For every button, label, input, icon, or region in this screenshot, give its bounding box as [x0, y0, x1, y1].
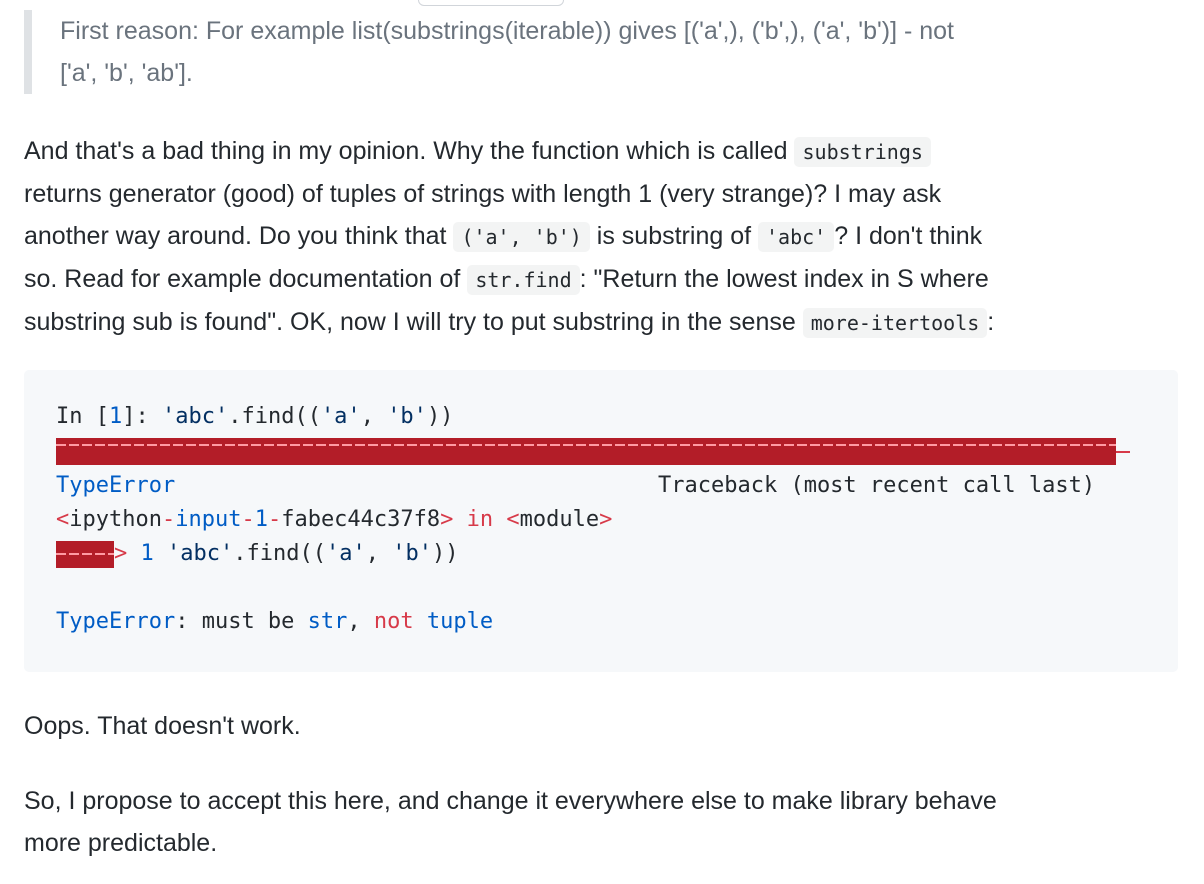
code-abc: 'abc': [758, 222, 835, 252]
top-tab-edge: [418, 0, 564, 6]
quote-line-1: First reason: For example list(substring…: [60, 17, 954, 45]
code-str-find: str.find: [467, 265, 580, 295]
code-tuple-ab: ('a', 'b'): [453, 222, 590, 252]
para1-line-1: And that's a bad thing in my opinion. Wh…: [24, 130, 1184, 173]
paragraph-substrings: And that's a bad thing in my opinion. Wh…: [24, 130, 1184, 344]
para2-line: Oops. That doesn't work.: [24, 712, 301, 740]
para3-line-2: more predictable.: [24, 829, 218, 857]
error-separator-tail: [1116, 451, 1130, 453]
code-substrings: substrings: [794, 137, 931, 167]
paragraph-proposal: So, I propose to accept this here, and c…: [24, 780, 1184, 864]
para1-line-2: returns generator (good) of tuples of st…: [24, 180, 942, 208]
para1-line-4: so. Read for example documentation of st…: [24, 265, 989, 295]
paragraph-oops: Oops. That doesn't work.: [24, 705, 1184, 747]
blockquote: First reason: For example list(substring…: [24, 10, 1154, 94]
code-line-module: <ipython-input-1-fabec44c37f8> in <modul…: [56, 507, 613, 532]
code-line-traceback-header: TypeError: [56, 473, 176, 498]
error-arrow-bar: [56, 541, 114, 568]
code-line-error-message: TypeError: must be str, not tuple: [56, 609, 494, 634]
code-line-input: In [1]: 'abc'.find(('a', 'b')): [56, 404, 454, 429]
error-separator-bar: [56, 438, 1116, 465]
quote-line-2: ['a', 'b', 'ab'].: [60, 59, 193, 87]
para1-line-3: another way around. Do you think that ('…: [24, 222, 983, 252]
para3-line-1: So, I propose to accept this here, and c…: [24, 787, 997, 815]
code-traceback-label: Traceback (most recent call last): [658, 473, 1096, 498]
para1-line-5: substring sub is found". OK, now I will …: [24, 308, 995, 338]
code-more-itertools: more-itertools: [802, 308, 988, 338]
error-separator-dashes: [56, 444, 1116, 446]
code-line-arrow: > 1 'abc'.find(('a', 'b')): [114, 541, 459, 566]
error-arrow-dashes: [56, 553, 114, 555]
